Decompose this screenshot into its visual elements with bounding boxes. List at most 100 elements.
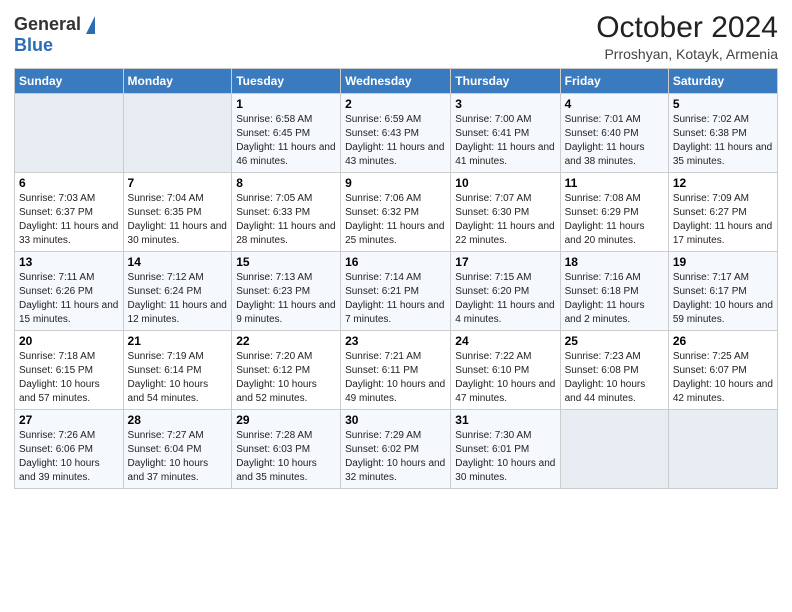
day-cell: 11Sunrise: 7:08 AMSunset: 6:29 PMDayligh… bbox=[560, 173, 668, 252]
day-number: 18 bbox=[565, 255, 664, 269]
day-cell: 28 Sunrise: 7:27 AMSunset: 6:04 PMDayligh… bbox=[123, 410, 232, 489]
sunrise: Sunrise: 7:29 AM bbox=[345, 430, 421, 441]
day-info: Sunrise: 7:27 AMSunset: 6:04 PMDaylight:… bbox=[128, 429, 228, 485]
sunrise: Sunrise: 7:03 AM bbox=[19, 193, 95, 204]
day-number: 29 bbox=[236, 413, 336, 427]
day-number: 27 bbox=[19, 413, 119, 427]
day-number: 9 bbox=[345, 176, 446, 190]
sunset: Sunset: 6:32 PM bbox=[345, 207, 419, 218]
col-tuesday: Tuesday bbox=[232, 69, 341, 94]
sunset: Sunset: 6:43 PM bbox=[345, 128, 419, 139]
day-number: 30 bbox=[345, 413, 446, 427]
day-info: Sunrise: 7:16 AM Sunset: 6:18 PM Daylight:… bbox=[565, 271, 664, 327]
sunrise: Sunrise: 6:58 AM bbox=[236, 114, 312, 125]
sunrise: Sunrise: 7:20 AM bbox=[236, 351, 312, 362]
day-cell: 9Sunrise: 7:06 AMSunset: 6:32 PMDaylight… bbox=[341, 173, 451, 252]
daylight: Daylight: 10 hours and 49 minutes. bbox=[345, 379, 445, 404]
day-cell: 3Sunrise: 7:00 AMSunset: 6:41 PMDaylight… bbox=[451, 94, 560, 173]
day-number: 7 bbox=[128, 176, 228, 190]
logo-blue-text: Blue bbox=[14, 35, 53, 56]
day-info: Sunrise: 7:05 AMSunset: 6:33 PMDaylight:… bbox=[236, 192, 336, 248]
day-number: 23 bbox=[345, 334, 446, 348]
daylight: Daylight: 11 hours and 15 minutes. bbox=[19, 300, 118, 325]
sunrise: Sunrise: 7:16 AM bbox=[565, 272, 641, 283]
sunset: Sunset: 6:06 PM bbox=[19, 444, 93, 455]
sunset: Sunset: 6:33 PM bbox=[236, 207, 310, 218]
daylight: Daylight: 11 hours and 33 minutes. bbox=[19, 221, 118, 246]
day-info: Sunrise: 7:29 AMSunset: 6:02 PMDaylight:… bbox=[345, 429, 446, 485]
daylight: Daylight: 11 hours and 4 minutes. bbox=[455, 300, 554, 325]
sunrise: Sunrise: 6:59 AM bbox=[345, 114, 421, 125]
day-cell: 19 Sunrise: 7:17 AM Sunset: 6:17 PM Dayligh… bbox=[668, 252, 777, 331]
daylight: Daylight: 11 hours and 22 minutes. bbox=[455, 221, 554, 246]
col-sunday: Sunday bbox=[15, 69, 124, 94]
daylight: Daylight: 10 hours and 59 minutes. bbox=[673, 300, 773, 325]
daylight: Daylight: 10 hours and 37 minutes. bbox=[128, 458, 209, 483]
sunrise: Sunrise: 7:06 AM bbox=[345, 193, 421, 204]
col-monday: Monday bbox=[123, 69, 232, 94]
day-info: Sunrise: 7:09 AM Sunset: 6:27 PM Daylight:… bbox=[673, 192, 773, 248]
day-number: 2 bbox=[345, 97, 446, 111]
sunrise: Sunrise: 7:02 AM bbox=[673, 114, 749, 125]
sunset: Sunset: 6:27 PM bbox=[673, 207, 747, 218]
day-cell: 14Sunrise: 7:12 AMSunset: 6:24 PMDayligh… bbox=[123, 252, 232, 331]
daylight: Daylight: 11 hours and 17 minutes. bbox=[673, 221, 772, 246]
day-cell: 6Sunrise: 7:03 AMSunset: 6:37 PMDaylight… bbox=[15, 173, 124, 252]
sunrise: Sunrise: 7:13 AM bbox=[236, 272, 312, 283]
day-number: 17 bbox=[455, 255, 555, 269]
day-info: Sunrise: 6:58 AMSunset: 6:45 PMDaylight:… bbox=[236, 113, 336, 169]
day-cell: 10Sunrise: 7:07 AMSunset: 6:30 PMDayligh… bbox=[451, 173, 560, 252]
sunrise: Sunrise: 7:00 AM bbox=[455, 114, 531, 125]
daylight: Daylight: 11 hours and 38 minutes. bbox=[565, 142, 645, 167]
day-cell: 16Sunrise: 7:14 AMSunset: 6:21 PMDayligh… bbox=[341, 252, 451, 331]
daylight: Daylight: 11 hours and 7 minutes. bbox=[345, 300, 444, 325]
day-info: Sunrise: 7:19 AMSunset: 6:14 PMDaylight:… bbox=[128, 350, 228, 406]
day-info: Sunrise: 7:15 AMSunset: 6:20 PMDaylight:… bbox=[455, 271, 555, 327]
col-thursday: Thursday bbox=[451, 69, 560, 94]
day-cell: 20Sunrise: 7:18 AMSunset: 6:15 PMDayligh… bbox=[15, 331, 124, 410]
daylight: Daylight: 11 hours and 2 minutes. bbox=[565, 300, 645, 325]
logo-triangle-icon bbox=[86, 16, 95, 34]
day-number: 12 bbox=[673, 176, 773, 190]
daylight: Daylight: 10 hours and 57 minutes. bbox=[19, 379, 100, 404]
day-info: Sunrise: 7:25 AMSunset: 6:07 PMDaylight:… bbox=[673, 350, 773, 406]
sunrise: Sunrise: 7:05 AM bbox=[236, 193, 312, 204]
day-cell: 22Sunrise: 7:20 AMSunset: 6:12 PMDayligh… bbox=[232, 331, 341, 410]
day-cell: 21Sunrise: 7:19 AMSunset: 6:14 PMDayligh… bbox=[123, 331, 232, 410]
sunrise: Sunrise: 7:26 AM bbox=[19, 430, 95, 441]
sunset: Sunset: 6:41 PM bbox=[455, 128, 529, 139]
day-cell bbox=[560, 410, 668, 489]
day-cell bbox=[668, 410, 777, 489]
day-info: Sunrise: 7:11 AMSunset: 6:26 PMDaylight:… bbox=[19, 271, 119, 327]
sunset: Sunset: 6:23 PM bbox=[236, 286, 310, 297]
week-row-1: 1Sunrise: 6:58 AMSunset: 6:45 PMDaylight… bbox=[15, 94, 778, 173]
sunset: Sunset: 6:21 PM bbox=[345, 286, 419, 297]
day-info: Sunrise: 7:03 AM Sunset: 6:37 PM Daylight:… bbox=[19, 192, 119, 248]
sunrise: Sunrise: 7:15 AM bbox=[455, 272, 531, 283]
day-number: 5 bbox=[673, 97, 773, 111]
day-number: 19 bbox=[673, 255, 773, 269]
sunset: Sunset: 6:12 PM bbox=[236, 365, 310, 376]
day-info: Sunrise: 7:28 AMSunset: 6:03 PMDaylight:… bbox=[236, 429, 336, 485]
day-info: Sunrise: 7:01 AMSunset: 6:40 PMDaylight:… bbox=[565, 113, 664, 169]
sunrise: Sunrise: 7:25 AM bbox=[673, 351, 749, 362]
day-cell: 12 Sunrise: 7:09 AM Sunset: 6:27 PM Dayligh… bbox=[668, 173, 777, 252]
day-cell: 26Sunrise: 7:25 AMSunset: 6:07 PMDayligh… bbox=[668, 331, 777, 410]
daylight: Daylight: 10 hours and 47 minutes. bbox=[455, 379, 555, 404]
sunrise: Sunrise: 7:07 AM bbox=[455, 193, 531, 204]
sunset: Sunset: 6:37 PM bbox=[19, 207, 93, 218]
daylight: Daylight: 11 hours and 41 minutes. bbox=[455, 142, 554, 167]
day-number: 28 bbox=[128, 413, 228, 427]
daylight: Daylight: 10 hours and 39 minutes. bbox=[19, 458, 100, 483]
sunrise: Sunrise: 7:17 AM bbox=[673, 272, 749, 283]
sunset: Sunset: 6:18 PM bbox=[565, 286, 639, 297]
day-number: 25 bbox=[565, 334, 664, 348]
day-cell: 18 Sunrise: 7:16 AM Sunset: 6:18 PM Dayligh… bbox=[560, 252, 668, 331]
day-number: 24 bbox=[455, 334, 555, 348]
sunrise: Sunrise: 7:09 AM bbox=[673, 193, 749, 204]
calendar-container: General Blue October 2024 Prroshyan, Kot… bbox=[0, 0, 792, 612]
sunset: Sunset: 6:17 PM bbox=[673, 286, 747, 297]
day-info: Sunrise: 7:30 AMSunset: 6:01 PMDaylight:… bbox=[455, 429, 555, 485]
logo-general-text: General bbox=[14, 14, 81, 35]
day-cell: 25Sunrise: 7:23 AMSunset: 6:08 PMDayligh… bbox=[560, 331, 668, 410]
